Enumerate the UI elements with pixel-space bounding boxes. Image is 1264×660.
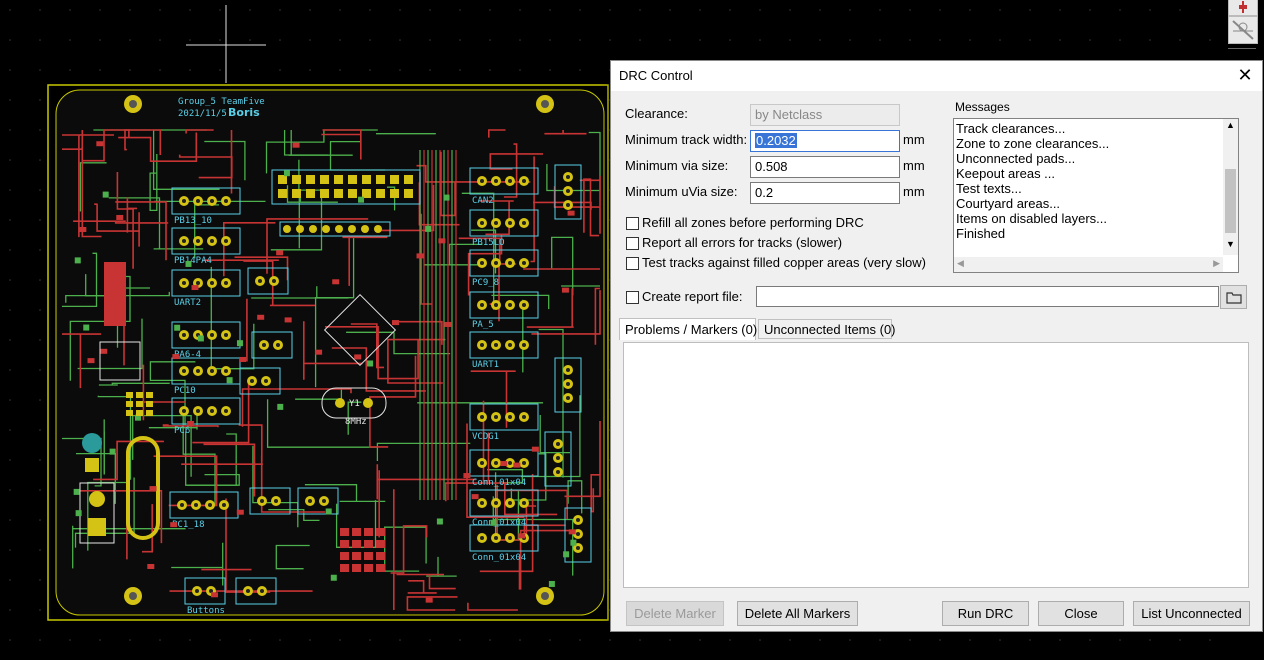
delete-all-markers-button[interactable]: Delete All Markers bbox=[737, 601, 858, 626]
svg-text:Conn_01x04: Conn_01x04 bbox=[472, 478, 526, 488]
unit-label: mm bbox=[903, 184, 925, 199]
run-drc-button[interactable]: Run DRC bbox=[942, 601, 1029, 626]
svg-text:UART1: UART1 bbox=[472, 360, 499, 370]
board-text-author: Boris bbox=[228, 106, 260, 119]
min-uvia-size-input[interactable]: 0.2 bbox=[750, 182, 900, 204]
message-line: Test texts... bbox=[956, 181, 1022, 196]
svg-text:PC9_8: PC9_8 bbox=[472, 278, 499, 288]
tab-problems-markers[interactable]: Problems / Markers (0) bbox=[619, 318, 757, 340]
zoom-icon[interactable] bbox=[1228, 0, 1258, 16]
refill-zones-label: Refill all zones before performing DRC bbox=[642, 215, 864, 230]
svg-text:8MHz: 8MHz bbox=[345, 417, 367, 427]
test-tracks-checkbox[interactable] bbox=[626, 257, 639, 270]
svg-text:PB15LO: PB15LO bbox=[472, 238, 505, 248]
clearance-field: by Netclass bbox=[750, 104, 900, 126]
crosshair-icon[interactable] bbox=[1228, 16, 1258, 44]
create-report-label: Create report file: bbox=[642, 289, 743, 304]
min-track-width-value: 0.2032 bbox=[755, 133, 797, 148]
pcb-board[interactable]: PB13_10PB14PA4UART2PA6-4PC10PC6CAN2PB15L… bbox=[47, 84, 609, 621]
svg-text:PC6: PC6 bbox=[174, 426, 190, 436]
cursor-crosshair bbox=[186, 5, 266, 83]
refill-zones-checkbox[interactable] bbox=[626, 217, 639, 230]
unit-label: mm bbox=[903, 132, 925, 147]
toolbar-separator bbox=[1228, 48, 1256, 49]
svg-text:PA_5: PA_5 bbox=[472, 320, 494, 330]
message-line: Finished bbox=[956, 226, 1006, 241]
messages-vertical-scrollbar[interactable]: ▲ ▼ bbox=[1223, 119, 1238, 255]
svg-text:Conn_01x04: Conn_01x04 bbox=[472, 518, 526, 528]
create-report-checkbox[interactable] bbox=[626, 291, 639, 304]
min-track-width-input[interactable]: 0.2032 bbox=[750, 130, 900, 152]
min-uvia-size-label: Minimum uVia size: bbox=[625, 184, 738, 199]
unit-label: mm bbox=[903, 158, 925, 173]
min-via-size-input[interactable]: 0.508 bbox=[750, 156, 900, 178]
svg-text:CAN2: CAN2 bbox=[472, 196, 494, 206]
message-line: Unconnected pads... bbox=[956, 151, 1076, 166]
close-icon[interactable]: ✕ bbox=[1234, 64, 1256, 86]
test-tracks-label: Test tracks against filled copper areas … bbox=[642, 255, 926, 270]
board-text-date: 2021/11/5 bbox=[178, 109, 227, 119]
close-button[interactable]: Close bbox=[1038, 601, 1124, 626]
list-unconnected-button[interactable]: List Unconnected bbox=[1133, 601, 1250, 626]
svg-text:Buttons: Buttons bbox=[187, 606, 225, 616]
svg-text:Conn_01x04: Conn_01x04 bbox=[472, 553, 526, 563]
svg-text:PB14PA4: PB14PA4 bbox=[174, 256, 212, 266]
message-line: Zone to zone clearances... bbox=[956, 136, 1110, 151]
clearance-label: Clearance: bbox=[625, 106, 688, 121]
report-all-errors-label: Report all errors for tracks (slower) bbox=[642, 235, 843, 250]
report-all-errors-checkbox[interactable] bbox=[626, 237, 639, 250]
folder-open-icon bbox=[1225, 292, 1242, 304]
scroll-up-icon[interactable]: ▲ bbox=[1226, 120, 1235, 130]
drc-control-dialog: DRC Control ✕ Clearance: by Netclass Min… bbox=[610, 60, 1263, 632]
svg-text:PB13_10: PB13_10 bbox=[174, 216, 212, 226]
min-track-width-label: Minimum track width: bbox=[625, 132, 748, 147]
delete-marker-button[interactable]: Delete Marker bbox=[626, 601, 724, 626]
report-file-path-input[interactable] bbox=[756, 286, 1219, 307]
dialog-title: DRC Control bbox=[619, 68, 693, 83]
svg-text:UART2: UART2 bbox=[174, 298, 201, 308]
message-line: Track clearances... bbox=[956, 121, 1066, 136]
messages-horizontal-scrollbar[interactable]: ◀ ▶ bbox=[954, 257, 1223, 272]
dialog-titlebar[interactable]: DRC Control ✕ bbox=[611, 61, 1262, 91]
svg-text:VCDG1: VCDG1 bbox=[472, 432, 499, 442]
min-via-size-label: Minimum via size: bbox=[625, 158, 729, 173]
scroll-right-icon[interactable]: ▶ bbox=[1213, 258, 1220, 269]
svg-text:Y1: Y1 bbox=[349, 399, 360, 409]
message-line: Items on disabled layers... bbox=[956, 211, 1108, 226]
messages-label: Messages bbox=[955, 100, 1010, 114]
scroll-left-icon[interactable]: ◀ bbox=[957, 258, 964, 269]
message-line: Keepout areas ... bbox=[956, 166, 1056, 181]
scroll-thumb[interactable] bbox=[1225, 169, 1236, 233]
markers-list-panel[interactable] bbox=[623, 342, 1249, 588]
message-line: Courtyard areas... bbox=[956, 196, 1061, 211]
scroll-down-icon[interactable]: ▼ bbox=[1226, 239, 1235, 249]
messages-box[interactable]: Track clearances... Zone to zone clearan… bbox=[953, 118, 1239, 273]
browse-report-button[interactable] bbox=[1220, 285, 1247, 309]
svg-text:PC10: PC10 bbox=[174, 386, 196, 396]
tab-unconnected-items[interactable]: Unconnected Items (0) bbox=[758, 319, 896, 339]
